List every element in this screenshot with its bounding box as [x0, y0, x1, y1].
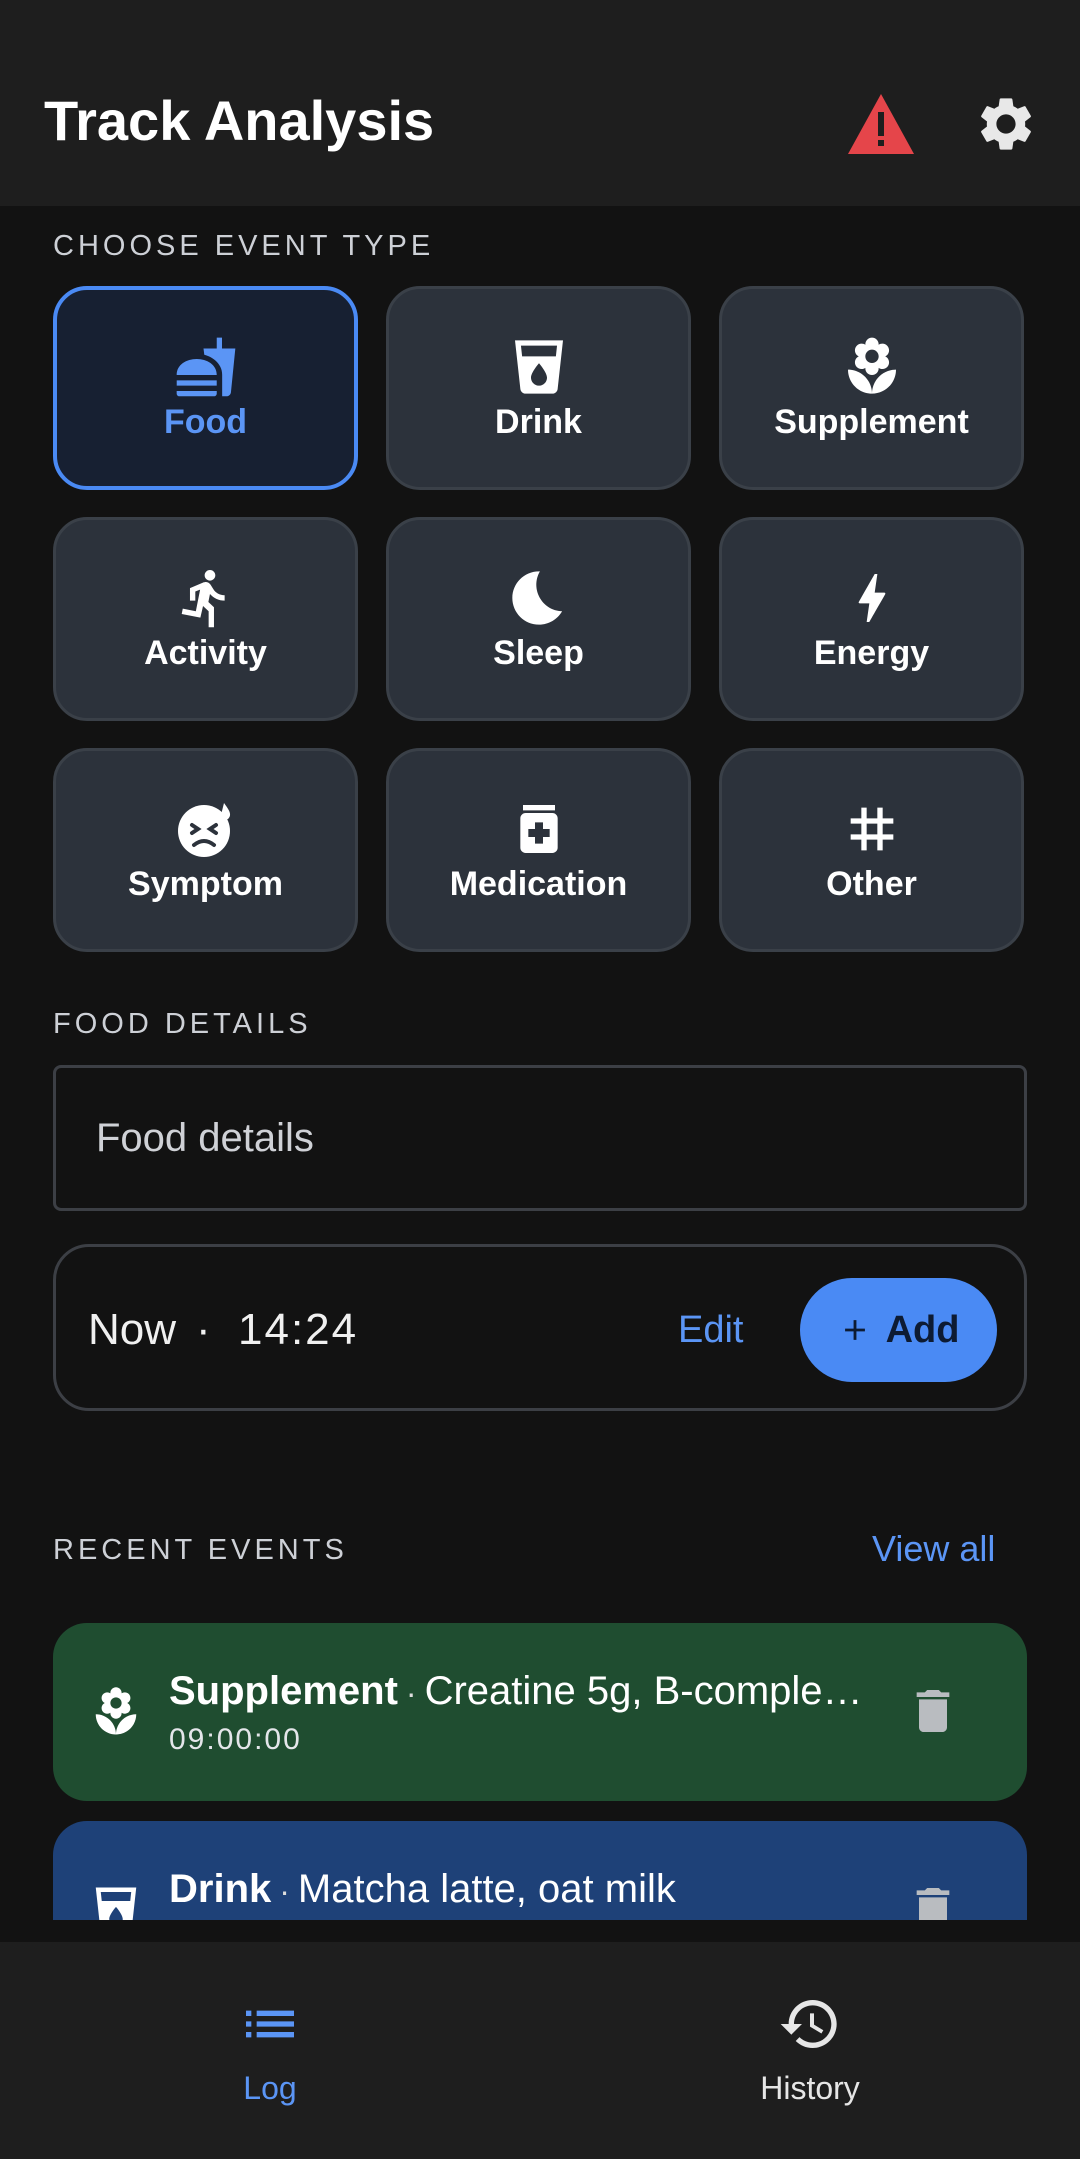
recent-events-list[interactable]: Supplement · Creatine 5g, B-comple… 09:00:… [0, 1620, 1080, 1920]
time-label: Now [88, 1305, 177, 1354]
nav-label: Log [243, 2070, 297, 2106]
event-type-other[interactable]: Other [719, 748, 1024, 952]
running-icon [181, 569, 225, 627]
event-type-medication[interactable]: Medication [386, 748, 691, 952]
time-card: Now · 14:24 Edit Add [53, 1244, 1027, 1411]
event-card[interactable]: Drink · Matcha latte, oat milk [53, 1821, 1027, 1920]
tile-label: Food [163, 402, 248, 441]
event-type-sleep[interactable]: Sleep [386, 517, 691, 721]
plus-icon [844, 1320, 865, 1340]
cup-icon [514, 339, 563, 394]
warning-triangle-icon[interactable] [846, 92, 916, 156]
moon-icon [511, 570, 562, 625]
add-button[interactable]: Add [800, 1278, 997, 1382]
event-description: Matcha latte, oat milk [297, 1867, 676, 1911]
tile-label: Other [826, 864, 917, 903]
tile-label: Sleep [493, 633, 584, 672]
list-icon [246, 2010, 294, 2038]
leaf-icon [95, 1687, 137, 1735]
recent-section-label: RECENT EVENTS [53, 1534, 348, 1566]
time-separator: · [196, 1305, 211, 1354]
edit-time-button[interactable]: Edit [678, 1309, 743, 1352]
delete-icon[interactable] [905, 1881, 961, 1920]
tile-label: Activity [144, 633, 267, 672]
nav-item-log[interactable]: Log [0, 1942, 540, 2159]
sick-face-icon [177, 802, 230, 857]
nav-label: History [760, 2070, 860, 2106]
app-title: Track Analysis [44, 89, 435, 152]
fastfood-icon [176, 337, 235, 396]
medication-icon [519, 804, 558, 853]
event-type-activity[interactable]: Activity [53, 517, 358, 721]
tile-label: Energy [813, 633, 930, 672]
tile-label: Medication [449, 864, 628, 903]
bolt-icon [858, 573, 885, 622]
event-time: 09:00:00 [169, 1723, 302, 1756]
tile-label: Supplement [774, 402, 969, 441]
event-description: Creatine 5g, B-comple… [424, 1669, 863, 1713]
app-bar: Track Analysis [0, 0, 1080, 206]
event-type-symptom[interactable]: Symptom [53, 748, 358, 952]
details-section-label: FOOD DETAILS [53, 1008, 312, 1040]
history-icon [780, 2000, 837, 2048]
event-type: Drink [169, 1867, 272, 1911]
event-card[interactable]: Supplement · Creatine 5g, B-comple… 09:00:… [53, 1623, 1027, 1801]
hashtag-icon [850, 807, 893, 850]
cup-icon [95, 1887, 137, 1920]
tile-label: Drink [495, 402, 582, 441]
food-details-input[interactable] [53, 1065, 1027, 1211]
add-button-label: Add [885, 1308, 960, 1351]
event-type-drink[interactable]: Drink [386, 286, 691, 490]
event-separator: · [405, 1675, 417, 1711]
bottom-nav: Log History [0, 1942, 1080, 2159]
event-separator: · [279, 1873, 290, 1909]
event-type-supplement[interactable]: Supplement [719, 286, 1024, 490]
event-title: Supplement · Creatine 5g, B-comple… [169, 1669, 863, 1714]
view-all-link[interactable]: View all [872, 1528, 995, 1570]
event-type-section-label: CHOOSE EVENT TYPE [53, 230, 435, 262]
delete-icon[interactable] [905, 1683, 961, 1739]
event-type-food[interactable]: Food [53, 286, 358, 490]
event-type: Supplement [169, 1669, 398, 1713]
tile-label: Symptom [128, 864, 283, 903]
event-type-energy[interactable]: Energy [719, 517, 1024, 721]
leaf-icon [847, 337, 896, 394]
gear-icon[interactable] [974, 92, 1038, 156]
time-value: 14:24 [238, 1305, 359, 1354]
nav-item-history[interactable]: History [540, 1942, 1080, 2159]
event-title: Drink · Matcha latte, oat milk [169, 1867, 676, 1912]
